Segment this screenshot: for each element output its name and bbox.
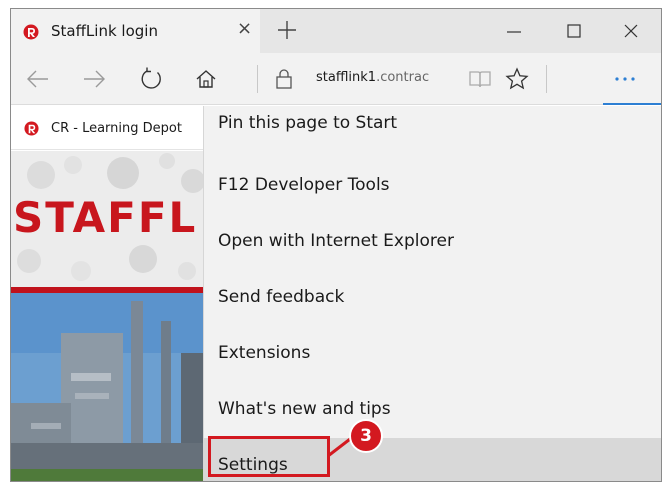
navigation-bar: stafflink1.contrac xyxy=(11,53,661,105)
menu-item-label: F12 Developer Tools xyxy=(218,175,390,195)
maximize-icon[interactable] xyxy=(564,21,584,41)
menu-item-label: Send feedback xyxy=(218,287,345,307)
menu-item-extensions[interactable]: Extensions xyxy=(204,326,661,382)
settings-highlight-box xyxy=(208,436,330,477)
menu-item-pin-to-start[interactable]: Pin this page to Start xyxy=(204,102,661,158)
power-plant-photo xyxy=(11,293,205,481)
stafflink-logo-icon xyxy=(23,24,39,40)
menu-item-label: Extensions xyxy=(218,343,311,363)
toolbar-separator xyxy=(546,65,547,93)
toolbar-separator xyxy=(257,65,258,93)
step-number-badge: 3 xyxy=(349,419,383,453)
favorite-site-logo-icon xyxy=(24,121,39,136)
new-tab-plus-icon[interactable] xyxy=(273,16,301,44)
lock-icon[interactable] xyxy=(271,66,297,92)
address-url[interactable]: stafflink1.contrac xyxy=(316,70,464,85)
tab-close-icon[interactable]: × xyxy=(237,19,252,39)
more-actions-menu: Pin this page to Start F12 Developer Too… xyxy=(203,106,661,481)
page-content: STAFFL xyxy=(11,151,205,481)
home-icon[interactable] xyxy=(193,66,219,92)
menu-item-whats-new[interactable]: What's new and tips xyxy=(204,382,661,438)
favorite-item-learning-depot[interactable]: CR - Learning Depot xyxy=(51,121,182,136)
reading-view-book-icon[interactable] xyxy=(467,66,493,92)
close-icon[interactable] xyxy=(621,21,641,41)
brand-logo-text: STAFFL xyxy=(13,193,198,242)
url-host: stafflink1 xyxy=(316,70,377,85)
tab-stafflink[interactable]: StaffLink login × xyxy=(11,9,260,53)
menu-item-label: What's new and tips xyxy=(218,399,391,419)
tab-title: StaffLink login xyxy=(51,22,158,40)
minimize-icon[interactable] xyxy=(504,21,524,41)
more-actions-ellipsis-icon[interactable] xyxy=(603,61,647,97)
favorite-star-icon[interactable] xyxy=(504,66,530,92)
menu-item-label: Open with Internet Explorer xyxy=(218,231,454,251)
refresh-icon[interactable] xyxy=(139,66,165,92)
favorites-bar: CR - Learning Depot xyxy=(11,106,205,150)
tab-bar: StaffLink login × xyxy=(11,9,661,53)
back-arrow-icon[interactable] xyxy=(25,66,51,92)
menu-item-open-with-ie[interactable]: Open with Internet Explorer xyxy=(204,214,661,270)
menu-item-f12-developer-tools[interactable]: F12 Developer Tools xyxy=(204,158,661,214)
url-rest: .contrac xyxy=(376,70,430,85)
browser-window: StaffLink login × stafflink1.contrac CR … xyxy=(10,8,662,482)
forward-arrow-icon[interactable] xyxy=(81,66,107,92)
menu-item-label: Pin this page to Start xyxy=(218,113,398,133)
menu-item-send-feedback[interactable]: Send feedback xyxy=(204,270,661,326)
